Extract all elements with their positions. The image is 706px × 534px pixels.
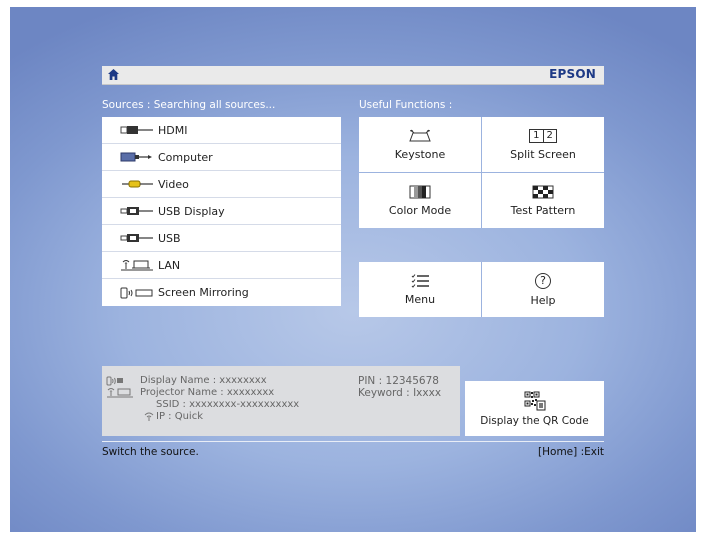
source-item-usb-display[interactable]: USB Display bbox=[102, 198, 341, 225]
menu-button[interactable]: Menu bbox=[359, 262, 481, 317]
split-screen-button[interactable]: 1 2 Split Screen bbox=[482, 117, 604, 172]
test-pattern-label: Test Pattern bbox=[510, 203, 576, 217]
help-icon: ? bbox=[535, 272, 551, 289]
source-label: Computer bbox=[158, 150, 213, 164]
network-info-panel: Display Name : xxxxxxxx Projector Name :… bbox=[102, 366, 460, 436]
source-label: LAN bbox=[158, 258, 181, 272]
test-pattern-button[interactable]: Test Pattern bbox=[482, 173, 604, 228]
pin-value: 12345678 bbox=[385, 375, 439, 387]
source-item-computer[interactable]: Computer bbox=[102, 144, 341, 171]
source-label: USB Display bbox=[158, 204, 225, 218]
source-item-lan[interactable]: LAN bbox=[102, 252, 341, 279]
display-name-label: Display Name : bbox=[140, 375, 217, 386]
ip-label: IP : bbox=[156, 411, 172, 422]
computer-icon bbox=[120, 152, 152, 162]
top-bar: EPSON bbox=[102, 66, 604, 85]
test-pattern-icon bbox=[532, 185, 554, 198]
projector-name-label: Projector Name : bbox=[140, 387, 224, 398]
source-item-hdmi[interactable]: HDMI bbox=[102, 117, 341, 144]
sources-label: Sources : Searching all sources... bbox=[102, 99, 276, 111]
source-item-video[interactable]: Video bbox=[102, 171, 341, 198]
usb-icon bbox=[120, 234, 153, 242]
color-mode-label: Color Mode bbox=[388, 203, 452, 217]
pin-label: PIN : bbox=[358, 375, 383, 387]
keystone-label: Keystone bbox=[394, 147, 446, 161]
source-label: USB bbox=[158, 231, 181, 245]
split-screen-label: Split Screen bbox=[510, 147, 576, 161]
qr-code-label: Display the QR Code bbox=[480, 414, 589, 427]
color-mode-icon bbox=[409, 185, 431, 198]
projector-name-value: xxxxxxxx bbox=[226, 387, 275, 398]
screen-mirroring-icon bbox=[120, 287, 153, 298]
keystone-button[interactable]: Keystone bbox=[359, 117, 481, 172]
status-hint: Switch the source. bbox=[102, 446, 199, 458]
keystone-icon bbox=[409, 129, 431, 141]
screen-mirroring-icon bbox=[106, 376, 123, 386]
menu-icon bbox=[411, 273, 429, 288]
help-label: Help bbox=[530, 293, 556, 307]
status-divider bbox=[102, 441, 604, 442]
functions-grid-bottom: Menu ? Help bbox=[359, 262, 604, 317]
source-label: HDMI bbox=[158, 123, 188, 137]
wifi-icon bbox=[144, 412, 154, 421]
keyword-value: Ixxxx bbox=[413, 387, 442, 399]
exit-hint: [Home] :Exit bbox=[538, 446, 604, 458]
color-mode-button[interactable]: Color Mode bbox=[359, 173, 481, 228]
home-icon[interactable] bbox=[107, 68, 120, 81]
menu-label: Menu bbox=[404, 292, 436, 306]
split-screen-icon: 1 2 bbox=[529, 128, 557, 143]
video-icon bbox=[122, 180, 153, 188]
qr-code-icon bbox=[524, 391, 545, 410]
ip-value: Quick bbox=[174, 411, 203, 422]
epson-logo: EPSON bbox=[549, 67, 596, 81]
display-qr-code-button[interactable]: Display the QR Code bbox=[465, 381, 604, 436]
functions-grid-top: Keystone 1 2 Split Screen Color Mode Tes… bbox=[359, 117, 604, 228]
help-button[interactable]: ? Help bbox=[482, 262, 604, 317]
hdmi-icon bbox=[120, 126, 153, 134]
source-item-screen-mirroring[interactable]: Screen Mirroring bbox=[102, 279, 341, 306]
usb-display-icon bbox=[120, 207, 153, 215]
keyword-label: Keyword : bbox=[358, 387, 410, 399]
display-name-value: xxxxxxxx bbox=[219, 375, 267, 386]
useful-functions-label: Useful Functions : bbox=[359, 99, 453, 111]
source-label: Screen Mirroring bbox=[158, 286, 249, 299]
ssid-value: xxxxxxxx-xxxxxxxxxx bbox=[189, 399, 300, 410]
source-item-usb[interactable]: USB bbox=[102, 225, 341, 252]
source-label: Video bbox=[158, 177, 189, 191]
source-list: HDMI Computer Video USB Display USB LAN … bbox=[102, 117, 341, 306]
ssid-label: SSID : bbox=[156, 399, 186, 410]
lan-icon bbox=[121, 260, 153, 271]
lan-icon bbox=[107, 388, 133, 398]
